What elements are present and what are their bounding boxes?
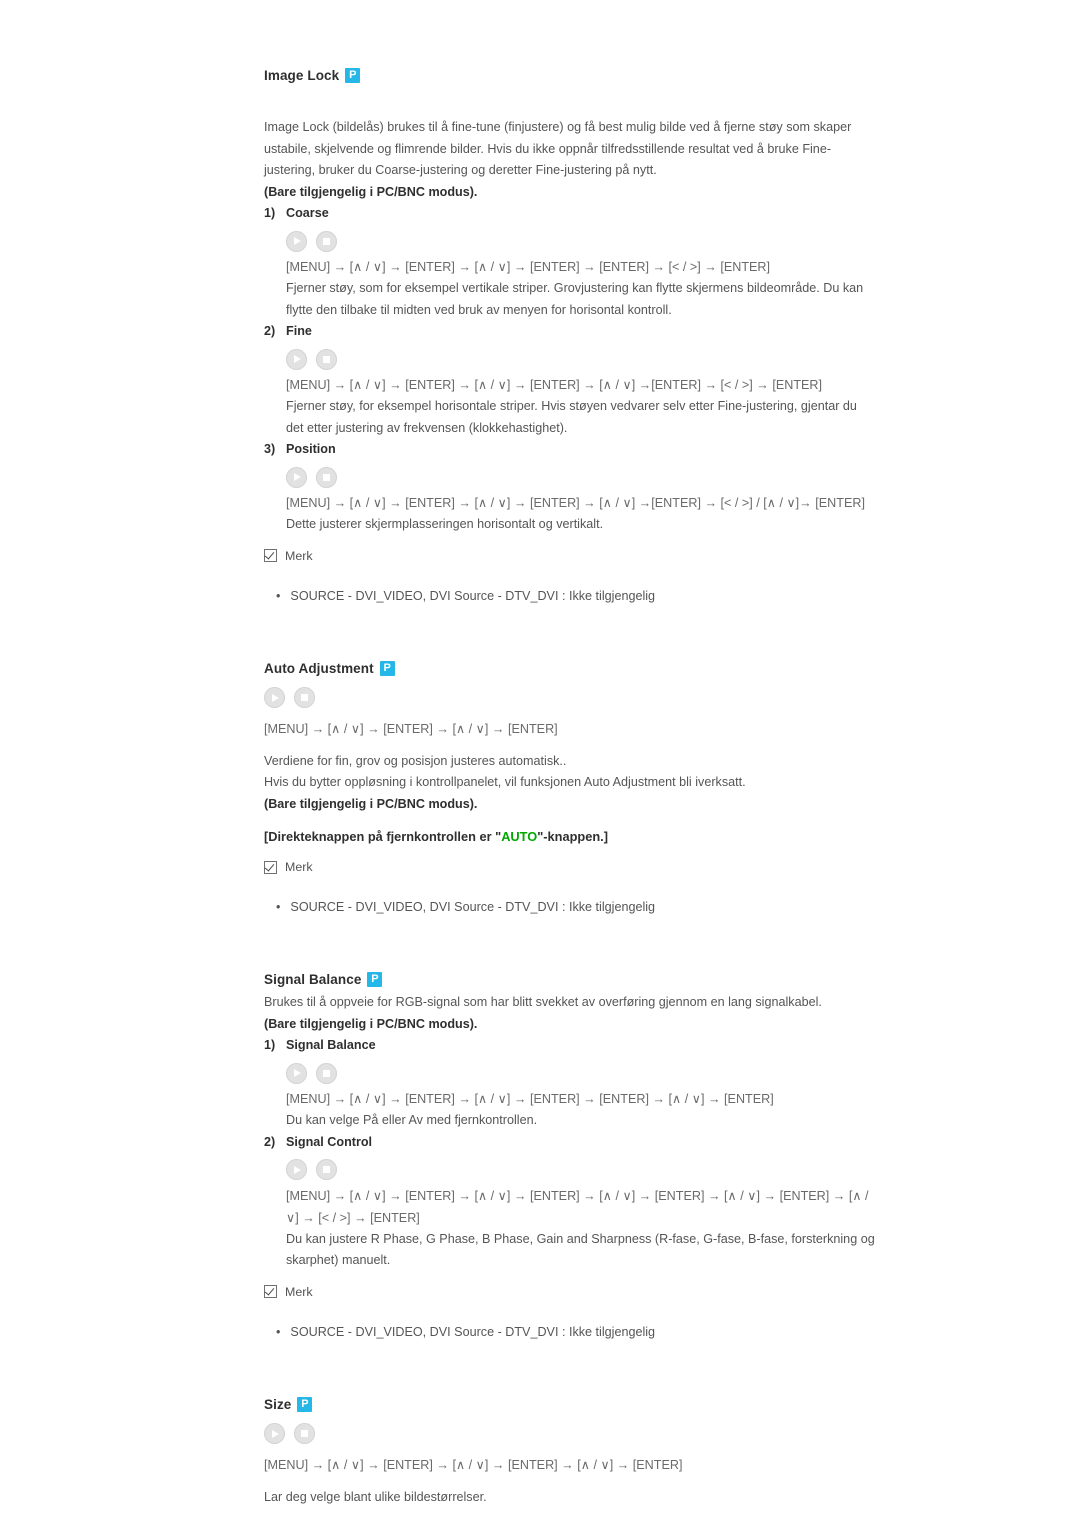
media-icon-row (286, 345, 875, 373)
note-header: Merk (264, 1283, 875, 1301)
item-description: Dette justerer skjermplasseringen horiso… (286, 517, 604, 531)
checkbox-checked-icon (264, 860, 277, 874)
direct-button-note: [Direkteknappen på fjernkontrollen er "A… (264, 826, 875, 847)
stop-icon[interactable] (316, 466, 337, 488)
mode-availability-note: (Bare tilgjengelig i PC/BNC modus). (264, 1016, 478, 1031)
command-sequence: [MENU] → [∧ / ∨] → [ENTER] → [∧ / ∨] → [… (286, 496, 865, 510)
item-title: Signal Control (286, 1134, 373, 1149)
pc-mode-badge-icon: P (345, 68, 361, 83)
list-item: 2) Fine (264, 321, 875, 342)
item-number: 1) (264, 206, 276, 220)
bullet-dot-icon: • (276, 900, 281, 914)
media-icon-row (286, 1156, 875, 1184)
section-description: Lar deg velge blant ulike bildestørrelse… (264, 1489, 487, 1504)
description-line-2: Hvis du bytter oppløsning i kontrollpane… (264, 775, 746, 789)
pc-mode-badge-icon: P (297, 1396, 313, 1412)
checkbox-checked-icon (264, 1285, 277, 1298)
pc-mode-badge-icon: P (379, 660, 395, 676)
note-bullet-text: SOURCE - DVI_VIDEO, DVI Source - DTV_DVI… (290, 1324, 656, 1339)
note-bullet-text: SOURCE - DVI_VIDEO, DVI Source - DTV_DVI… (290, 900, 656, 914)
play-icon[interactable] (286, 1062, 307, 1084)
list-item: 2) Signal Control (264, 1132, 875, 1153)
media-icon-row (264, 1420, 875, 1448)
intro-paragraph: Brukes til å oppveie for RGB-signal som … (264, 995, 822, 1009)
section-title: Image Lock (264, 68, 340, 83)
media-icon-row (286, 227, 875, 255)
section-heading-signal-balance: Signal Balance P (264, 972, 875, 987)
stop-icon[interactable] (316, 1159, 337, 1180)
direct-note-prefix: [Direkteknappen på fjernkontrollen er " (264, 829, 502, 844)
note-header: Merk (264, 858, 875, 876)
checkbox-checked-icon (264, 549, 277, 562)
section-signal-balance: Signal Balance P Brukes til å oppveie fo… (264, 972, 875, 1342)
mode-availability-note: (Bare tilgjengelig i PC/BNC modus). (264, 796, 478, 811)
note-bullet: • SOURCE - DVI_VIDEO, DVI Source - DTV_D… (264, 897, 875, 917)
command-sequence: [MENU] → [∧ / ∨] → [ENTER] → [∧ / ∨] → [… (286, 260, 771, 274)
pc-mode-badge-icon: P (367, 972, 383, 987)
play-icon[interactable] (286, 466, 307, 488)
play-icon[interactable] (286, 348, 307, 370)
item-number: 2) (264, 1134, 276, 1149)
intro-paragraph: Image Lock (bildelås) brukes til å fine-… (264, 120, 852, 177)
command-sequence: [MENU] → [∧ / ∨] → [ENTER] → [∧ / ∨] → [… (264, 721, 558, 736)
play-icon[interactable] (286, 1159, 307, 1180)
note-bullet-text: SOURCE - DVI_VIDEO, DVI Source - DTV_DVI… (290, 588, 656, 603)
bullet-dot-icon: • (276, 1324, 281, 1339)
note-label: Merk (285, 860, 313, 874)
play-icon[interactable] (286, 230, 307, 252)
stop-icon[interactable] (316, 230, 337, 252)
stop-icon[interactable] (294, 687, 315, 708)
item-description: Fjerner støy, som for eksempel vertikale… (286, 281, 864, 317)
note-header: Merk (264, 547, 875, 565)
section-title: Size (264, 1396, 292, 1412)
command-sequence: [MENU] → [∧ / ∨] → [ENTER] → [∧ / ∨] → [… (286, 1188, 869, 1225)
stop-icon[interactable] (294, 1423, 315, 1444)
section-image-lock: Image Lock P Image Lock (bildelås) bruke… (264, 68, 875, 606)
item-description: Fjerner støy, for eksempel horisontale s… (286, 399, 857, 435)
auto-button-highlight: AUTO (501, 829, 538, 844)
media-icon-row (286, 463, 875, 491)
stop-icon[interactable] (316, 1062, 337, 1084)
bullet-dot-icon: • (276, 588, 281, 603)
item-title: Coarse (286, 206, 329, 220)
description-line-1: Verdiene for fin, grov og posisjon juste… (264, 753, 567, 768)
note-label: Merk (285, 548, 313, 563)
item-title: Position (286, 442, 336, 456)
item-title: Signal Balance (286, 1038, 376, 1052)
list-item: 1) Coarse (264, 203, 875, 224)
section-title: Auto Adjustment (264, 660, 374, 676)
section-heading-size: Size P (264, 1396, 875, 1412)
command-sequence: [MENU] → [∧ / ∨] → [ENTER] → [∧ / ∨] → [… (286, 378, 823, 392)
item-number: 1) (264, 1038, 276, 1052)
item-description: Du kan justere R Phase, G Phase, B Phase… (286, 1231, 875, 1268)
media-icon-row (264, 684, 875, 712)
item-description: Du kan velge På eller Av med fjernkontro… (286, 1113, 538, 1127)
note-bullet: • SOURCE - DVI_VIDEO, DVI Source - DTV_D… (264, 586, 875, 606)
note-bullet: • SOURCE - DVI_VIDEO, DVI Source - DTV_D… (264, 1322, 875, 1342)
section-size: Size P [MENU] → [∧ / ∨] → [ENTER] → [∧ /… (264, 1396, 875, 1509)
command-sequence: [MENU] → [∧ / ∨] → [ENTER] → [∧ / ∨] → [… (286, 1092, 774, 1106)
item-number: 2) (264, 324, 276, 338)
item-title: Fine (286, 324, 312, 338)
play-icon[interactable] (264, 1423, 285, 1444)
note-label: Merk (285, 1284, 313, 1299)
media-icon-row (286, 1059, 875, 1087)
direct-note-suffix: "-knappen.] (537, 829, 608, 844)
item-number: 3) (264, 442, 276, 456)
section-heading-image-lock: Image Lock P (264, 68, 875, 83)
section-heading-auto-adjustment: Auto Adjustment P (264, 660, 875, 676)
mode-availability-note: (Bare tilgjengelig i PC/BNC modus). (264, 184, 478, 199)
stop-icon[interactable] (316, 348, 337, 370)
list-item: 1) Signal Balance (264, 1035, 875, 1056)
section-auto-adjustment: Auto Adjustment P [MENU] → [∧ / ∨] → [EN… (264, 660, 875, 918)
section-title: Signal Balance (264, 972, 362, 987)
command-sequence: [MENU] → [∧ / ∨] → [ENTER] → [∧ / ∨] → [… (264, 1457, 683, 1472)
play-icon[interactable] (264, 687, 285, 708)
document-page: Image Lock P Image Lock (bildelås) bruke… (0, 0, 1080, 1528)
list-item: 3) Position (264, 439, 875, 460)
